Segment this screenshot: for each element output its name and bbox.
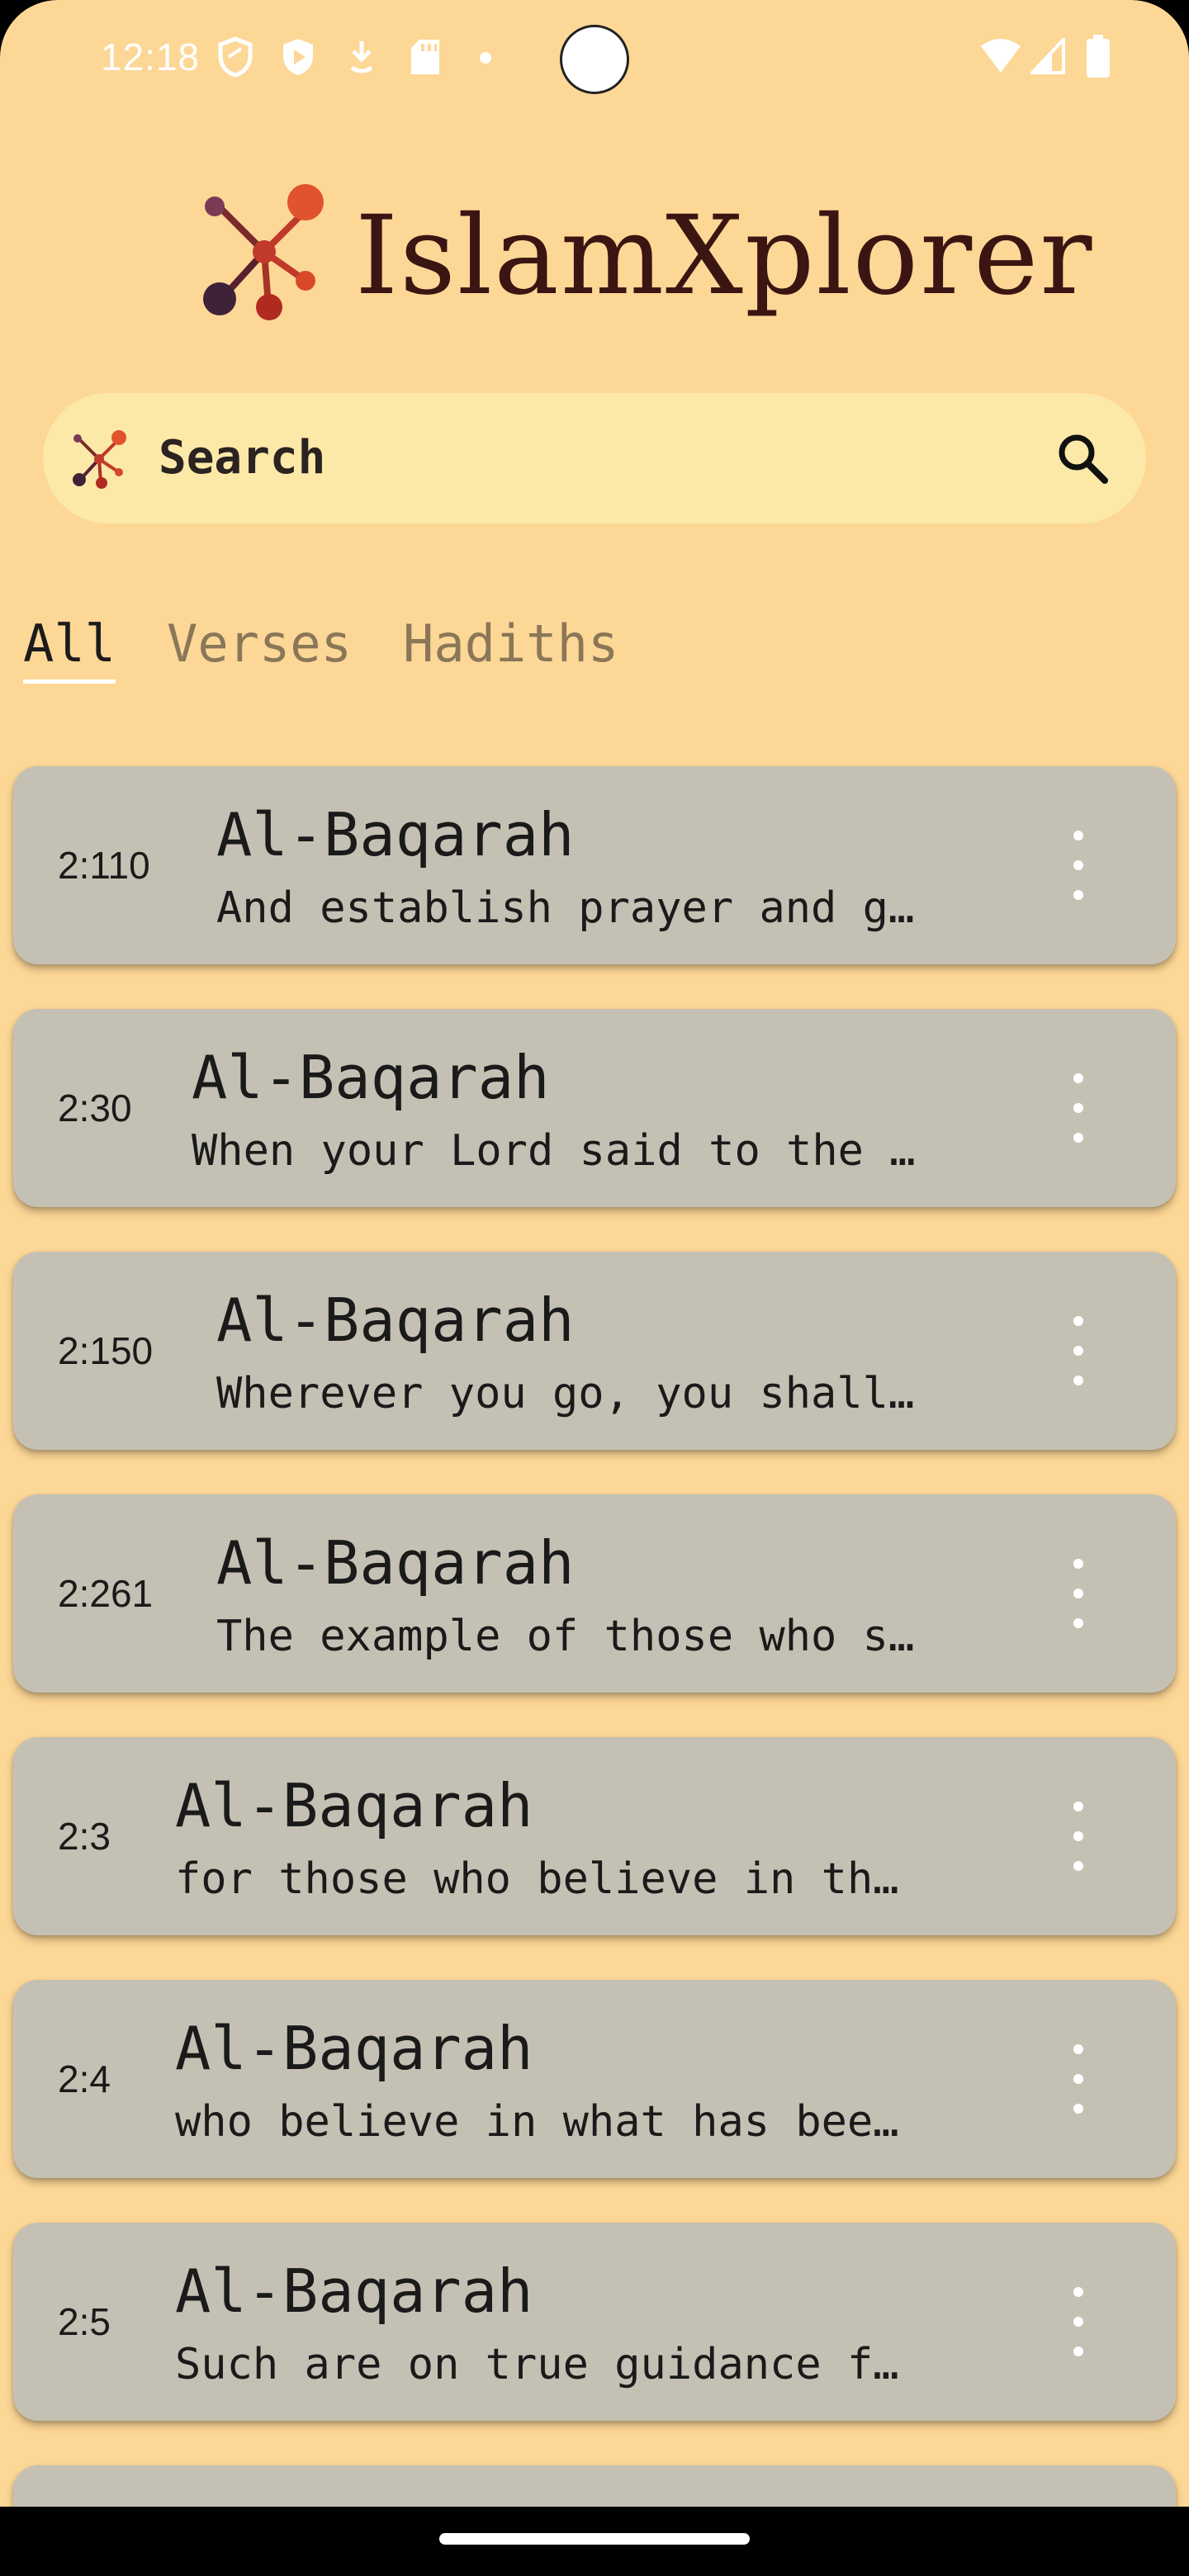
verse-snippet: And establish prayer and g…	[216, 883, 915, 933]
surah-title: Al-Baqarah	[175, 1771, 533, 1840]
more-options-icon[interactable]	[1072, 1316, 1085, 1385]
surah-title: Al-Baqarah	[216, 800, 575, 869]
result-card[interactable]: 2:110 Al-Baqarah And establish prayer an…	[13, 766, 1176, 964]
verse-snippet: The example of those who s…	[216, 1612, 915, 1661]
signal-icon	[1030, 38, 1065, 74]
verse-snippet: for those who believe in th…	[175, 1854, 899, 1904]
more-options-icon[interactable]	[1072, 1802, 1085, 1871]
status-time: 12:18	[101, 36, 201, 78]
tab-verses[interactable]: Verses	[167, 611, 352, 677]
verse-reference: 2:30	[58, 1087, 132, 1129]
system-nav-bar	[0, 2507, 1189, 2576]
more-options-icon[interactable]	[1072, 2287, 1085, 2356]
verse-reference: 2:150	[58, 1329, 154, 1372]
result-card[interactable]: 2:4 Al-Baqarah who believe in what has b…	[13, 1980, 1176, 2178]
tab-all[interactable]: All	[23, 611, 116, 684]
verse-snippet: Wherever you go, you shall…	[216, 1369, 915, 1418]
download-arrow-icon	[350, 41, 373, 73]
tab-hadiths[interactable]: Hadiths	[403, 611, 618, 677]
surah-title: Al-Baqarah	[175, 2256, 533, 2326]
verse-reference: 2:261	[58, 1572, 154, 1615]
surah-title: Al-Baqarah	[175, 2014, 533, 2083]
molecule-logo-icon	[203, 184, 324, 320]
more-options-icon[interactable]	[1072, 2044, 1085, 2114]
wifi-icon	[981, 39, 1021, 73]
more-options-icon[interactable]	[1072, 1073, 1085, 1143]
app-logo: IslamXplorer	[198, 182, 1092, 330]
search-label: Search	[159, 431, 326, 485]
verse-reference: 2:5	[58, 2300, 111, 2343]
surah-title: Al-Baqarah	[216, 1286, 575, 1355]
result-card[interactable]: 2:30 Al-Baqarah When your Lord said to t…	[13, 1009, 1176, 1207]
sd-card-icon	[411, 40, 439, 74]
verse-reference: 2:110	[58, 844, 150, 887]
app-name: IslamXplorer	[355, 192, 1094, 320]
search-bar[interactable]: Search	[43, 393, 1146, 523]
verse-snippet: Such are on true guidance f…	[175, 2340, 899, 2389]
verse-reference: 2:4	[58, 2057, 111, 2100]
result-card[interactable]: 2:261 Al-Baqarah The example of those wh…	[13, 1494, 1176, 1693]
surah-title: Al-Baqarah	[216, 1528, 575, 1598]
more-options-icon[interactable]	[1072, 1559, 1085, 1628]
result-card[interactable]: 2:150 Al-Baqarah Wherever you go, you sh…	[13, 1252, 1176, 1450]
app-logo-small-icon	[73, 430, 126, 489]
result-card[interactable]: 2:5 Al-Baqarah Such are on true guidance…	[13, 2223, 1176, 2421]
dot-icon	[480, 52, 491, 64]
more-options-icon[interactable]	[1072, 831, 1085, 900]
verse-snippet: who believe in what has bee…	[175, 2097, 899, 2147]
result-card[interactable]: 2:3 Al-Baqarah for those who believe in …	[13, 1737, 1176, 1935]
status-bar: 12:18	[0, 0, 1189, 116]
verse-reference: 2:3	[58, 1815, 111, 1858]
home-indicator[interactable]	[439, 2533, 750, 2545]
shield-icon	[283, 39, 313, 75]
verse-snippet: When your Lord said to the …	[192, 1126, 916, 1176]
front-camera	[560, 25, 629, 94]
battery-icon	[1087, 35, 1110, 78]
search-icon[interactable]	[1054, 429, 1111, 487]
shield-outline-icon	[218, 36, 253, 78]
app-screen: 12:18 IslamXplorer Search All Verses Had…	[0, 0, 1189, 2576]
surah-title: Al-Baqarah	[192, 1043, 550, 1112]
